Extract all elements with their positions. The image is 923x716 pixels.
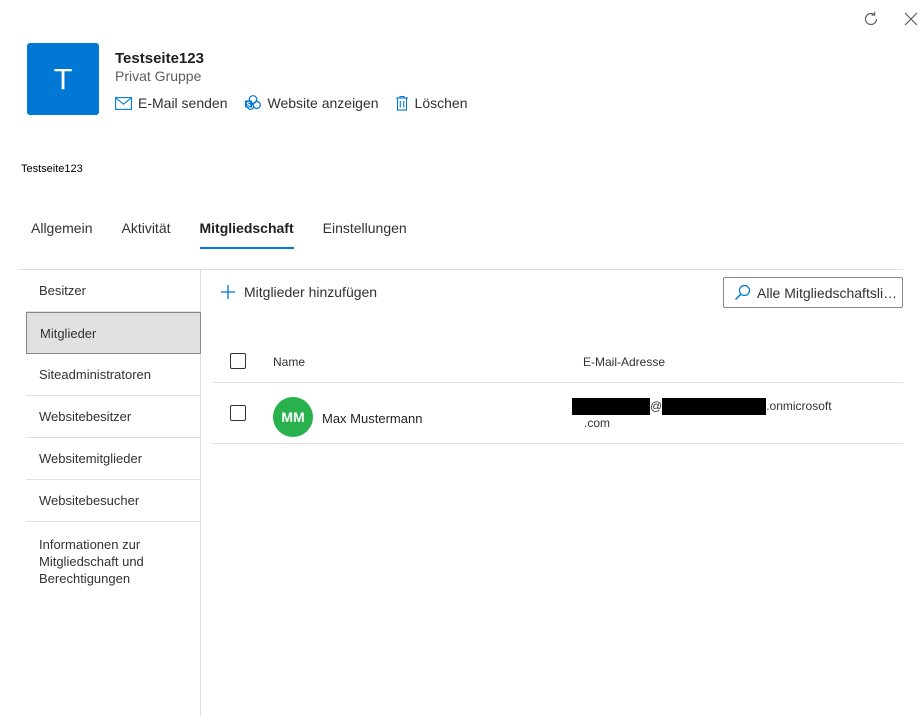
nav-item-permissions-info[interactable]: Informationen zur Mitgliedschaft und Ber…	[26, 522, 201, 600]
nav-item-site-visitors[interactable]: Websitebesucher	[26, 480, 201, 522]
send-email-label: E-Mail senden	[138, 95, 228, 111]
send-email-button[interactable]: E-Mail senden	[115, 94, 228, 112]
refresh-button[interactable]	[860, 8, 882, 30]
membership-nav: Besitzer Mitglieder Siteadministratoren …	[26, 270, 201, 600]
avatar: MM	[273, 397, 313, 437]
member-email: @ .onmicrosoft .com	[572, 398, 852, 431]
tab-general[interactable]: Allgemein	[31, 220, 92, 248]
view-website-label: Website anzeigen	[267, 95, 379, 111]
tab-activity[interactable]: Aktivität	[121, 220, 170, 248]
plus-icon	[221, 285, 235, 299]
select-all-checkbox[interactable]	[230, 353, 246, 369]
row-divider	[213, 443, 903, 444]
view-website-button[interactable]: S Website anzeigen	[244, 94, 379, 112]
delete-label: Löschen	[414, 95, 468, 111]
header-divider	[213, 382, 903, 383]
nav-item-label: Siteadministratoren	[39, 367, 151, 382]
tab-membership[interactable]: Mitgliedschaft	[199, 220, 294, 249]
nav-item-label: Websitebesucher	[39, 493, 140, 508]
email-domain: .onmicrosoft	[766, 399, 832, 413]
trash-icon	[395, 95, 408, 111]
svg-text:S: S	[246, 101, 250, 108]
nav-item-site-admins[interactable]: Siteadministratoren	[26, 354, 201, 396]
row-checkbox[interactable]	[230, 405, 246, 421]
nav-item-label: Websitebesitzer	[39, 409, 132, 424]
add-members-button[interactable]: Mitglieder hinzufügen	[220, 284, 377, 300]
nav-item-site-owners[interactable]: Websitebesitzer	[26, 396, 201, 438]
nav-item-site-members[interactable]: Websitemitglieder	[26, 438, 201, 480]
nav-item-label: Mitglieder	[40, 325, 97, 341]
nav-item-label: Informationen zur Mitgliedschaft und Ber…	[39, 537, 144, 586]
redaction-mark	[572, 398, 650, 416]
group-title: Testseite123	[115, 50, 204, 67]
search-input[interactable]	[757, 284, 899, 301]
nav-item-label: Websitemitglieder	[39, 451, 143, 466]
email-tld: .com	[584, 416, 611, 431]
sharepoint-icon: S	[244, 95, 261, 111]
close-icon	[904, 12, 918, 26]
close-button[interactable]	[900, 8, 922, 30]
mail-icon	[115, 96, 132, 110]
breadcrumb: Testseite123	[21, 163, 83, 175]
nav-item-members[interactable]: Mitglieder	[26, 312, 201, 354]
redaction-mark	[662, 398, 767, 416]
membership-search[interactable]	[723, 277, 903, 308]
nav-item-label: Besitzer	[39, 283, 86, 298]
refresh-icon	[864, 11, 878, 26]
tab-settings[interactable]: Einstellungen	[323, 220, 407, 248]
tab-bar: Allgemein Aktivität Mitgliedschaft Einst…	[31, 220, 407, 249]
group-avatar: T	[27, 43, 99, 115]
nav-item-owners[interactable]: Besitzer	[26, 270, 201, 312]
search-icon	[735, 284, 751, 300]
group-privacy: Privat Gruppe	[115, 68, 202, 84]
add-members-label: Mitglieder hinzufügen	[244, 284, 378, 300]
email-at: @	[650, 399, 663, 413]
column-header-email[interactable]: E-Mail-Adresse	[583, 355, 665, 369]
member-name[interactable]: Max Mustermann	[322, 411, 422, 426]
delete-button[interactable]: Löschen	[395, 94, 468, 112]
column-header-name[interactable]: Name	[273, 355, 305, 369]
group-actions: E-Mail senden S Website anzeigen Löschen	[115, 94, 467, 112]
